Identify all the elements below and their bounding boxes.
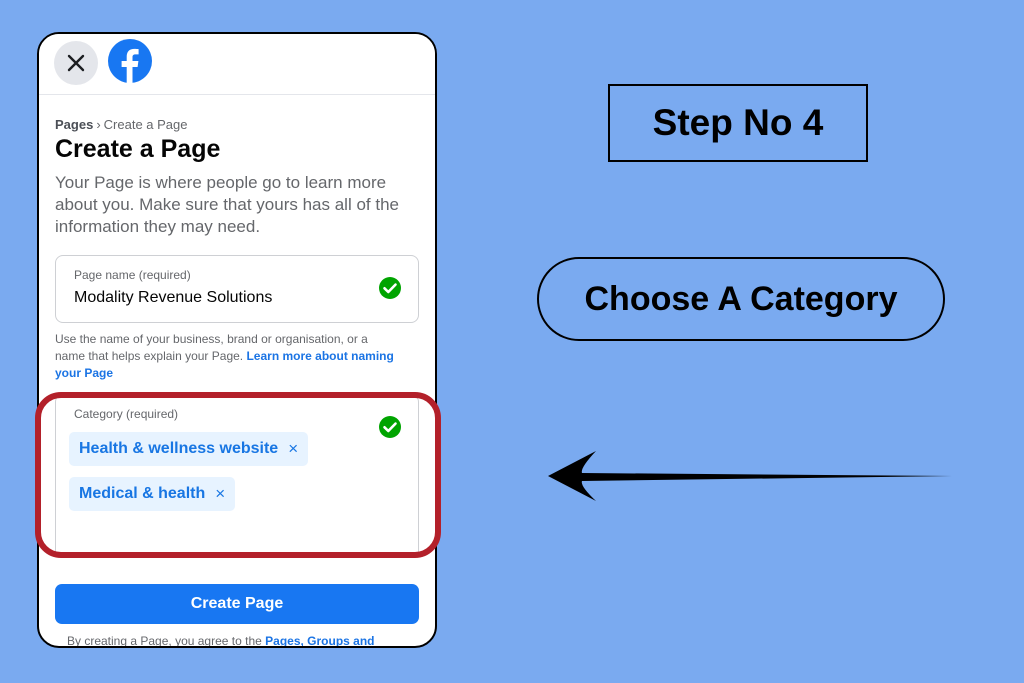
close-button[interactable] <box>54 41 98 85</box>
category-chip-label: Health & wellness website <box>79 440 279 457</box>
instruction-label: Choose A Category <box>537 257 945 341</box>
page-name-label: Page name (required) <box>74 268 191 282</box>
page-name-input[interactable]: Modality Revenue Solutions <box>74 289 272 307</box>
category-field[interactable]: Category (required) Health & wellness we… <box>55 394 419 554</box>
phone-frame: Pages › Create a Page Create a Page Your P… <box>37 32 437 648</box>
terms-text: By creating a Page, you agree to the <box>67 634 262 648</box>
remove-chip-icon[interactable]: × <box>215 484 225 504</box>
breadcrumb-pages-link[interactable]: Pages <box>55 117 93 132</box>
breadcrumb-separator: › <box>96 117 101 132</box>
page-description: Your Page is where people go to learn mo… <box>55 173 399 236</box>
check-circle-icon <box>379 416 401 438</box>
page-title: Create a Page <box>55 135 221 163</box>
category-chip-label: Medical & health <box>79 485 206 502</box>
terms-notice: By creating a Page, you agree to the Pag… <box>67 634 375 648</box>
page-name-helper: Use the name of your business, brand or … <box>55 331 395 382</box>
remove-chip-icon[interactable]: × <box>288 439 298 459</box>
check-circle-icon <box>379 277 401 299</box>
facebook-logo-icon[interactable] <box>107 38 153 84</box>
terms-link[interactable]: Pages, Groups and <box>265 634 374 646</box>
close-icon <box>67 54 85 72</box>
page-name-field[interactable]: Page name (required) Modality Revenue So… <box>55 255 419 323</box>
category-chip-health-wellness[interactable]: Health & wellness website × <box>69 432 309 466</box>
category-chip-medical-health[interactable]: Medical & health × <box>69 477 236 511</box>
create-page-button[interactable]: Create Page <box>55 584 419 624</box>
top-bar <box>39 34 435 95</box>
left-arrow-icon <box>548 451 952 501</box>
breadcrumb-current: Create a Page <box>103 117 188 132</box>
breadcrumb: Pages › Create a Page <box>55 117 188 132</box>
category-label: Category (required) <box>74 407 179 421</box>
step-label: Step No 4 <box>608 84 868 162</box>
